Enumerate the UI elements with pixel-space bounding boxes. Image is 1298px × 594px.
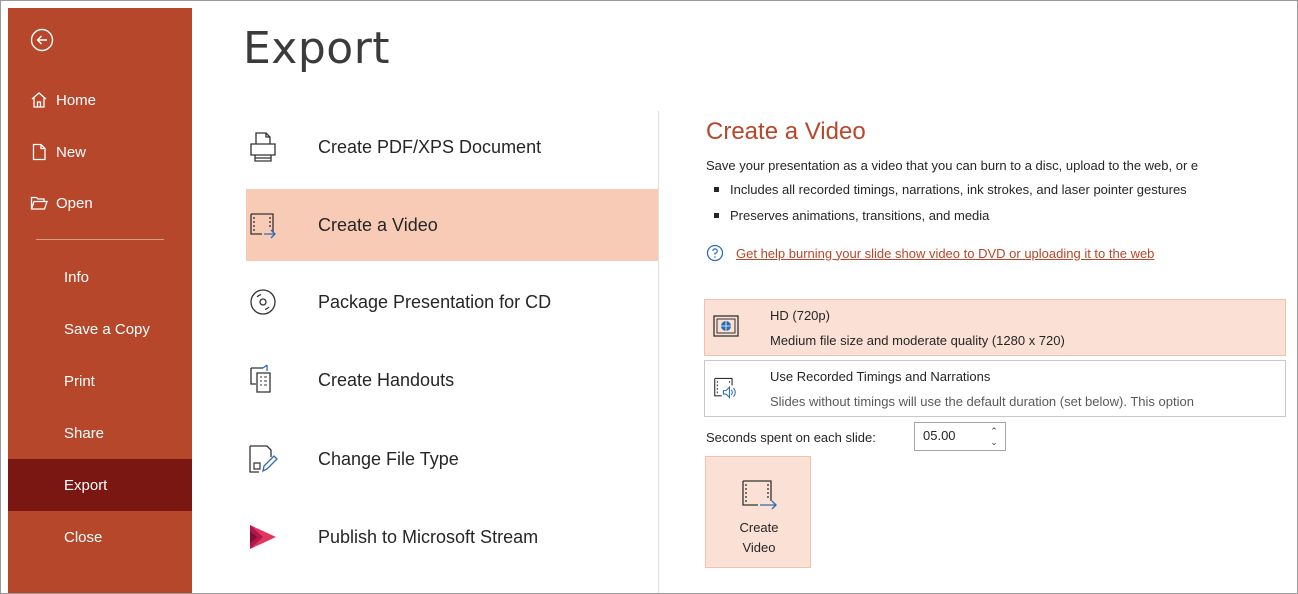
- seconds-spinner[interactable]: ⌃ ⌄: [914, 422, 1006, 451]
- video-film-icon: [742, 480, 777, 510]
- pane-divider: [658, 111, 659, 593]
- sidebar-item-label: Home: [56, 91, 97, 109]
- sidebar-item-label: Save a Copy: [64, 320, 150, 338]
- timings-title: Use Recorded Timings and Narrations: [770, 369, 991, 384]
- sidebar-item-print[interactable]: Print: [8, 355, 192, 407]
- create-video-label-line2: Video: [742, 540, 776, 555]
- sidebar-item-label: Info: [64, 268, 90, 286]
- change-file-type-icon: [246, 442, 280, 476]
- help-link[interactable]: Get help burning your slide show video t…: [736, 246, 1154, 261]
- feature-bullet: Includes all recorded timings, narration…: [714, 182, 1187, 197]
- sidebar-item-label: Share: [64, 424, 105, 442]
- timings-subtitle: Slides without timings will use the defa…: [770, 394, 1194, 409]
- sidebar-item-label: Export: [64, 476, 108, 494]
- backstage-sidebar: Home New Open Info Save a Copy Print Sha…: [8, 8, 192, 593]
- option-label: Change File Type: [318, 448, 459, 469]
- back-arrow-icon[interactable]: [30, 28, 54, 52]
- sidebar-item-info[interactable]: Info: [8, 251, 192, 303]
- pane-title: Create a Video: [706, 118, 866, 145]
- create-video-label: Create Video: [706, 518, 812, 558]
- home-icon: [30, 91, 48, 109]
- new-document-icon: [30, 143, 48, 161]
- sidebar-item-label: Print: [64, 372, 95, 390]
- open-folder-icon: [30, 194, 48, 212]
- spin-down-icon[interactable]: ⌄: [989, 437, 999, 447]
- export-option-video[interactable]: Create a Video: [246, 189, 658, 261]
- spin-up-icon[interactable]: ⌃: [989, 426, 999, 436]
- export-option-pdf[interactable]: Create PDF/XPS Document: [246, 111, 658, 183]
- option-label: Create PDF/XPS Document: [318, 136, 542, 157]
- sidebar-item-save-a-copy[interactable]: Save a Copy: [8, 303, 192, 355]
- export-option-package-cd[interactable]: Package Presentation for CD: [246, 266, 658, 338]
- recorded-timings-icon: [714, 377, 736, 399]
- export-option-change-file-type[interactable]: Change File Type: [246, 423, 658, 495]
- app-window: Home New Open Info Save a Copy Print Sha…: [0, 0, 1298, 594]
- option-label: Package Presentation for CD: [318, 291, 552, 312]
- sidebar-item-open[interactable]: Open: [8, 177, 192, 229]
- sidebar-item-new[interactable]: New: [8, 126, 192, 178]
- help-question-icon: [706, 244, 724, 262]
- page-title: Export: [243, 23, 391, 74]
- quality-subtitle: Medium file size and moderate quality (1…: [770, 333, 1065, 348]
- help-row: Get help burning your slide show video t…: [706, 244, 1154, 262]
- timings-dropdown[interactable]: Use Recorded Timings and Narrations Slid…: [704, 360, 1286, 417]
- video-film-icon: [246, 208, 280, 242]
- create-video-label-line1: Create: [739, 520, 779, 535]
- pdf-document-icon: [246, 130, 280, 164]
- video-quality-dropdown[interactable]: HD (720p) Medium file size and moderate …: [704, 299, 1286, 356]
- export-option-stream[interactable]: Publish to Microsoft Stream: [246, 501, 658, 573]
- pane-description: Save your presentation as a video that y…: [706, 158, 1199, 173]
- create-video-button[interactable]: Create Video: [705, 456, 811, 568]
- quality-title: HD (720p): [770, 308, 830, 323]
- hd-quality-icon: [713, 315, 739, 337]
- export-option-handouts[interactable]: Create Handouts: [246, 344, 658, 416]
- feature-bullet: Preserves animations, transitions, and m…: [714, 208, 989, 223]
- option-label: Publish to Microsoft Stream: [318, 526, 539, 547]
- sidebar-divider: [36, 239, 164, 240]
- option-label: Create Handouts: [318, 369, 455, 390]
- sidebar-item-home[interactable]: Home: [8, 74, 192, 126]
- option-label: Create a Video: [318, 214, 438, 235]
- seconds-input[interactable]: [923, 428, 983, 443]
- handouts-icon: [246, 363, 280, 397]
- sidebar-item-label: Close: [64, 528, 103, 546]
- stream-icon: [246, 520, 280, 554]
- sidebar-item-label: Open: [56, 194, 93, 212]
- seconds-label: Seconds spent on each slide:: [706, 430, 876, 445]
- cd-disc-icon: [246, 285, 280, 319]
- sidebar-item-share[interactable]: Share: [8, 407, 192, 459]
- sidebar-item-label: New: [56, 143, 87, 161]
- sidebar-item-close[interactable]: Close: [8, 511, 192, 563]
- sidebar-item-export[interactable]: Export: [8, 459, 192, 511]
